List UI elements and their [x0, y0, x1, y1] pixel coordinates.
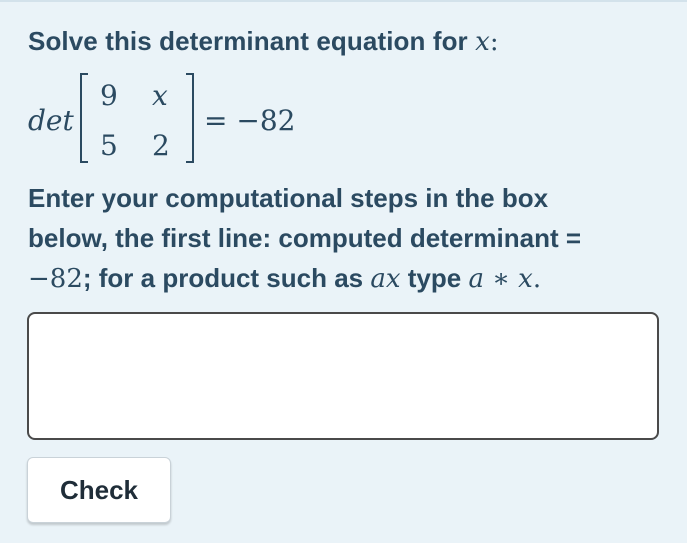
product-example: ax — [370, 264, 401, 294]
prompt-variable: x — [475, 27, 490, 57]
prompt-suffix: : — [489, 27, 499, 57]
instructions-line-1: Enter your computational steps in the bo… — [28, 183, 549, 213]
check-button[interactable]: Check — [27, 457, 171, 523]
instructions: Enter your computational steps in the bo… — [28, 178, 668, 299]
matrix-cell-r2c1: 5 — [100, 129, 118, 162]
instructions-period: . — [532, 264, 542, 294]
matrix-cell-r2c2: 2 — [152, 129, 170, 162]
instructions-line-3: −82; for a product such as ax type a ∗ x… — [28, 258, 668, 299]
matrix-cell-r1c2: x — [152, 79, 168, 112]
matrix-brackets — [80, 73, 194, 163]
left-bracket — [80, 73, 88, 163]
determinant-equation: det 9 x 5 2 = −82 — [28, 72, 348, 168]
equation-rhs: = −82 — [204, 104, 296, 137]
instructions-line-2: below, the first line: computed determin… — [28, 223, 582, 253]
instructions-type-text: type — [400, 263, 469, 293]
question-prompt: Solve this determinant equation for x: — [28, 26, 499, 57]
matrix-cell-r1c1: 9 — [100, 79, 118, 112]
top-divider — [0, 0, 687, 2]
answer-input[interactable] — [27, 312, 659, 440]
determinant-value: −82 — [28, 264, 83, 294]
right-bracket — [186, 73, 194, 163]
instructions-text: ; for a product such as — [82, 263, 371, 293]
prompt-text: Solve this determinant equation for — [28, 26, 476, 56]
det-label: det — [28, 104, 74, 137]
product-syntax: a ∗ x — [468, 264, 533, 294]
